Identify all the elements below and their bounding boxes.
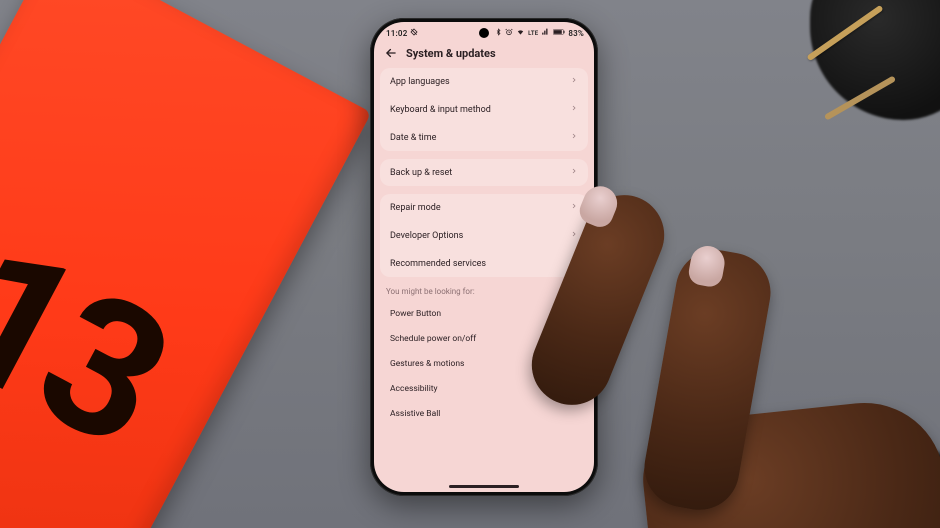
row-keyboard-input[interactable]: Keyboard & input method [380, 95, 588, 123]
row-developer-options[interactable]: Developer Options [380, 221, 588, 249]
chevron-right-icon [570, 132, 578, 143]
suggestion-accessibility[interactable]: Accessibility [380, 376, 588, 401]
chevron-right-icon [570, 167, 578, 178]
row-label: Schedule power on/off [390, 334, 476, 344]
chevron-right-icon [570, 258, 578, 269]
status-time: 11:02 [386, 29, 407, 38]
row-label: Assistive Ball [390, 409, 440, 419]
suggestion-assistive-ball[interactable]: Assistive Ball [380, 401, 588, 426]
page-header: System & updates [374, 40, 594, 68]
gesture-nav-bar[interactable] [449, 485, 519, 488]
background-object [860, 448, 940, 528]
phone-screen: 11:02 LTE [374, 22, 594, 492]
row-label: Keyboard & input method [390, 105, 491, 115]
front-camera [479, 28, 489, 38]
settings-group: Repair mode Developer Options Recommende… [380, 194, 588, 277]
battery-percent: 83% [568, 29, 584, 38]
page-title: System & updates [406, 47, 496, 60]
row-repair-mode[interactable]: Repair mode [380, 194, 588, 221]
row-label: App languages [390, 77, 450, 87]
dnd-icon [410, 28, 418, 38]
settings-list: App languages Keyboard & input method Da… [374, 68, 594, 426]
alarm-icon [505, 28, 513, 38]
chevron-right-icon [570, 202, 578, 213]
arrow-left-icon [384, 46, 398, 60]
suggestion-gestures-motions[interactable]: Gestures & motions [380, 351, 588, 376]
row-label: Date & time [390, 133, 436, 143]
battery-icon [553, 28, 565, 38]
row-backup-reset[interactable]: Back up & reset [380, 159, 588, 186]
chevron-right-icon [570, 76, 578, 87]
row-date-time[interactable]: Date & time [380, 123, 588, 151]
suggestions-hint: You might be looking for: [380, 285, 588, 302]
suggestion-power-button[interactable]: Power Button [380, 302, 588, 326]
background-object [810, 0, 940, 120]
back-button[interactable] [384, 46, 398, 60]
row-recommended-services[interactable]: Recommended services [380, 249, 588, 277]
row-label: Repair mode [390, 203, 441, 213]
network-type-label: LTE [528, 30, 538, 37]
suggestions-group: Power Button Schedule power on/off Gestu… [380, 302, 588, 426]
bluetooth-icon [495, 28, 502, 38]
chevron-right-icon [570, 230, 578, 241]
row-label: Back up & reset [390, 168, 452, 178]
settings-group: Back up & reset [380, 159, 588, 186]
settings-group: App languages Keyboard & input method Da… [380, 68, 588, 151]
row-app-languages[interactable]: App languages [380, 68, 588, 95]
row-label: Recommended services [390, 259, 486, 269]
row-label: Power Button [390, 309, 441, 319]
suggestion-schedule-power[interactable]: Schedule power on/off [380, 326, 588, 351]
row-label: Gestures & motions [390, 359, 464, 369]
chevron-right-icon [570, 104, 578, 115]
row-label: Accessibility [390, 384, 438, 394]
phone-frame: 11:02 LTE [370, 18, 598, 496]
scene-root: 13 11:02 [0, 0, 940, 528]
row-label: Developer Options [390, 231, 463, 241]
signal-icon [541, 28, 550, 38]
wifi-icon [516, 28, 525, 38]
